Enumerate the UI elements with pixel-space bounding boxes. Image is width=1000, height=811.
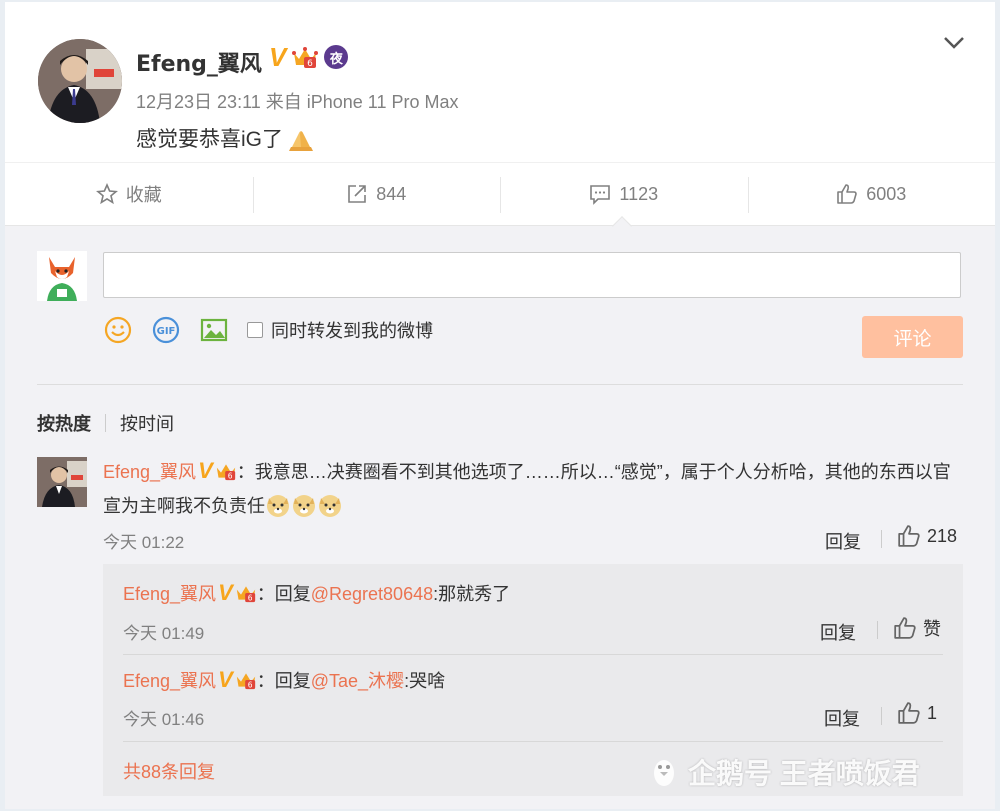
svg-text:6: 6 xyxy=(228,472,233,481)
action-separator xyxy=(881,530,882,548)
reply-like-button[interactable]: 赞 xyxy=(893,615,941,641)
action-separator xyxy=(881,707,882,725)
comment-input[interactable] xyxy=(103,252,961,298)
comment-username[interactable]: Efeng_翼风 xyxy=(103,462,196,482)
chevron-down-icon[interactable] xyxy=(943,36,965,50)
night-mode-badge-icon[interactable]: 夜 xyxy=(324,45,349,69)
verified-badge-icon[interactable]: V xyxy=(198,458,213,483)
reply-like-label: 1 xyxy=(927,702,938,723)
comment-like-count: 218 xyxy=(927,525,958,546)
like-count: 6003 xyxy=(866,183,907,204)
svg-text:6: 6 xyxy=(307,59,313,69)
comment-avatar[interactable] xyxy=(37,457,87,507)
share-icon xyxy=(348,185,367,203)
sort-separator xyxy=(105,414,106,432)
reply-time: 今天 01:46 xyxy=(123,710,205,729)
reply-text: :哭啥 xyxy=(404,671,446,691)
folded-hands-emoji-icon xyxy=(289,131,313,151)
top-comment: Efeng_翼风V 6 ：我意思…决赛圈看不到其他选项了……所以…“感觉”，属于个人… xyxy=(103,454,963,523)
reply-button[interactable]: 回复 xyxy=(825,528,861,554)
image-icon[interactable] xyxy=(199,315,229,345)
comment-button[interactable]: 1123 xyxy=(500,163,748,225)
submit-comment-button[interactable]: 评论 xyxy=(862,316,963,358)
verified-badge-icon[interactable]: V xyxy=(269,44,286,70)
action-separator xyxy=(877,621,878,639)
post-content: 感觉要恭喜iG了 xyxy=(136,123,315,153)
thumbs-up-icon xyxy=(898,702,920,724)
reply-reply-button[interactable]: 回复 xyxy=(824,705,860,731)
doge-emoji-icon xyxy=(319,495,341,517)
comment-sort-tabs: 按热度 按时间 xyxy=(37,410,174,436)
forward-to-weibo-checkbox[interactable]: 同时转发到我的微博 xyxy=(247,317,433,343)
post-text: 感觉要恭喜iG了 xyxy=(136,128,283,151)
verified-badge-icon[interactable]: V xyxy=(218,580,233,605)
reply-time: 今天 01:49 xyxy=(123,624,205,643)
verified-badge-icon[interactable]: V xyxy=(218,667,233,692)
reply-username[interactable]: Efeng_翼风 xyxy=(123,671,216,691)
reply-item: Efeng_翼风V 6 ：回复@Tae_沐樱:哭啥 xyxy=(123,667,445,693)
sort-by-hot-tab[interactable]: 按热度 xyxy=(37,410,91,436)
reply-divider xyxy=(123,654,943,655)
vip-crown-icon[interactable]: 6 xyxy=(235,670,257,690)
vip-crown-icon[interactable]: 6 xyxy=(215,461,237,481)
repost-button[interactable]: 844 xyxy=(252,163,501,225)
gif-icon[interactable]: GIF xyxy=(151,315,181,345)
reply-divider xyxy=(123,741,943,742)
reply-text: :那就秀了 xyxy=(433,584,511,604)
composer-toolbar: GIF 同时转发到我的微博 xyxy=(103,315,433,345)
reply-username[interactable]: Efeng_翼风 xyxy=(123,584,216,604)
thumbs-up-icon xyxy=(894,617,916,639)
reply-like-label: 赞 xyxy=(923,619,941,639)
comment-time: 今天 01:22 xyxy=(103,533,185,552)
weibo-post-card: Efeng_翼风 V 6 夜 12月23日 23:11 来自 iPhone 11… xyxy=(5,2,995,809)
penguin-logo-icon xyxy=(654,760,674,786)
post-meta: 12月23日 23:11 来自 iPhone 11 Pro Max xyxy=(136,92,459,112)
reply-item: Efeng_翼风V 6 ：回复@Regret80648:那就秀了 xyxy=(123,580,510,606)
reply-prefix: ：回复 xyxy=(256,671,311,691)
current-user-avatar[interactable] xyxy=(37,251,87,301)
watermark-text: 企鹅号 王者喷饭君 xyxy=(688,758,920,789)
doge-emoji-icon xyxy=(267,495,289,517)
svg-text:6: 6 xyxy=(248,594,253,603)
reply-prefix: ：回复 xyxy=(256,584,311,604)
section-divider xyxy=(37,384,963,385)
reply-mention[interactable]: @Regret80648 xyxy=(311,584,433,604)
svg-text:GIF: GIF xyxy=(157,326,176,337)
comment-like-button[interactable]: 218 xyxy=(897,524,957,548)
author-name[interactable]: Efeng_翼风 xyxy=(136,46,262,78)
emoji-icon[interactable] xyxy=(103,315,133,345)
sort-by-time-tab[interactable]: 按时间 xyxy=(120,410,174,436)
vip-crown-icon[interactable]: 6 xyxy=(235,583,257,603)
comment-count: 1123 xyxy=(619,183,659,204)
reply-reply-button[interactable]: 回复 xyxy=(820,619,856,645)
like-button[interactable]: 6003 xyxy=(747,163,996,225)
view-all-replies-link[interactable]: 共88条回复 xyxy=(123,758,215,784)
star-icon xyxy=(95,183,118,205)
author-avatar[interactable] xyxy=(38,39,122,123)
svg-text:6: 6 xyxy=(248,681,253,690)
doge-emoji-icon xyxy=(293,495,315,517)
vip-crown-icon[interactable]: 6 xyxy=(292,45,319,69)
watermark: 企鹅号 王者喷饭君 xyxy=(648,752,920,792)
comment-icon xyxy=(590,185,611,205)
favorite-label: 收藏 xyxy=(125,185,162,205)
author-badges: V 6 夜 xyxy=(269,44,349,70)
reply-like-button[interactable]: 1 xyxy=(897,701,937,725)
repost-count: 844 xyxy=(376,183,407,204)
forward-checkbox-box[interactable] xyxy=(247,322,263,338)
reply-mention[interactable]: @Tae_沐樱 xyxy=(311,671,404,691)
thumbs-up-icon xyxy=(898,525,920,547)
thumbs-up-icon xyxy=(837,184,858,204)
post-action-bar: 收藏 844 1123 6003 xyxy=(5,162,995,226)
favorite-button[interactable]: 收藏 xyxy=(5,163,253,225)
forward-label: 同时转发到我的微博 xyxy=(271,321,433,341)
